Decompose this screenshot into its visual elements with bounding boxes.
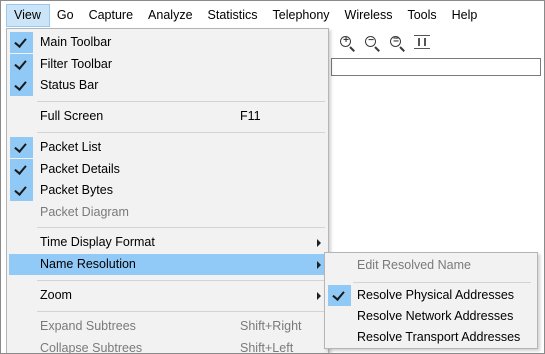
submenu-arrow-icon (317, 261, 321, 269)
checkmark-icon (328, 285, 351, 306)
menu-item-label: Resolve Transport Addresses (357, 330, 521, 344)
menu-item-expand-subtrees: Expand Subtrees Shift+Right (9, 316, 327, 337)
checkmark-icon (10, 75, 33, 96)
zoom-in-icon[interactable]: + (339, 35, 355, 51)
menu-item-label: Filter Toolbar (40, 57, 113, 71)
menu-item-packet-bytes[interactable]: Packet Bytes (9, 180, 327, 201)
menu-item-full-screen[interactable]: Full Screen F11 (9, 106, 327, 127)
menu-item-label: Main Toolbar (40, 35, 112, 49)
menu-item-label: Collapse Subtrees (40, 341, 143, 354)
menu-separator (37, 280, 325, 281)
submenu-item-resolve-network[interactable]: Resolve Network Addresses (327, 306, 535, 327)
menu-bar: View Go Capture Analyze Statistics Telep… (2, 2, 544, 29)
resize-columns-icon[interactable] (414, 35, 430, 51)
submenu-item-resolve-transport[interactable]: Resolve Transport Addresses (327, 327, 535, 348)
main-toolbar: + − = (331, 29, 544, 57)
submenu-item-resolve-physical[interactable]: Resolve Physical Addresses (327, 285, 535, 306)
checkmark-icon (10, 32, 33, 53)
checkmark-icon (10, 159, 33, 180)
shortcut-label: Shift+Right (240, 319, 302, 333)
menu-wireless[interactable]: Wireless (338, 4, 401, 27)
menu-item-label: Packet Details (40, 162, 120, 176)
shortcut-label: Shift+Left (240, 341, 294, 354)
menu-item-label: Zoom (40, 288, 72, 302)
menu-statistics[interactable]: Statistics (201, 4, 266, 27)
menu-item-label: Resolve Network Addresses (357, 309, 514, 323)
menu-item-label: Expand Subtrees (40, 319, 136, 333)
menu-item-label: Resolve Physical Addresses (357, 288, 515, 302)
menu-tools[interactable]: Tools (400, 4, 444, 27)
menu-separator (37, 132, 325, 133)
checkmark-icon (10, 54, 33, 75)
checkbox-icon (328, 327, 351, 348)
submenu-arrow-icon (317, 239, 321, 247)
menu-separator (353, 282, 531, 283)
menu-analyze[interactable]: Analyze (141, 4, 200, 27)
menu-item-collapse-subtrees: Collapse Subtrees Shift+Left (9, 338, 327, 354)
menu-item-label: Time Display Format (40, 235, 155, 249)
normal-size-icon[interactable]: = (389, 35, 405, 51)
menu-item-label: Name Resolution (40, 257, 136, 271)
submenu-arrow-icon (317, 292, 321, 300)
menu-view[interactable]: View (6, 4, 50, 27)
menu-go[interactable]: Go (50, 4, 82, 27)
menu-capture[interactable]: Capture (82, 4, 141, 27)
menu-item-status-bar[interactable]: Status Bar (9, 75, 327, 96)
menu-item-packet-details[interactable]: Packet Details (9, 159, 327, 180)
menu-item-label: Full Screen (40, 109, 104, 123)
menu-item-label: Packet Diagram (40, 205, 129, 219)
menu-separator (37, 227, 325, 228)
menu-item-time-display-format[interactable]: Time Display Format (9, 232, 327, 253)
submenu-item-edit-resolved-name: Edit Resolved Name (327, 255, 535, 276)
menu-item-label: Edit Resolved Name (357, 258, 471, 272)
menu-item-main-toolbar[interactable]: Main Toolbar (9, 32, 327, 53)
name-resolution-submenu: Edit Resolved Name Resolve Physical Addr… (324, 252, 538, 349)
menu-item-zoom[interactable]: Zoom (9, 285, 327, 306)
menu-item-name-resolution[interactable]: Name Resolution (9, 254, 327, 275)
menu-separator (37, 101, 325, 102)
menu-telephony[interactable]: Telephony (266, 4, 338, 27)
view-menu: Main Toolbar Filter Toolbar Status Bar F… (6, 28, 329, 354)
app-window: View Go Capture Analyze Statistics Telep… (0, 0, 545, 354)
checkmark-icon (10, 180, 33, 201)
menu-separator (37, 311, 325, 312)
menu-item-label: Packet Bytes (40, 183, 113, 197)
menu-item-filter-toolbar[interactable]: Filter Toolbar (9, 54, 327, 75)
menu-item-packet-list[interactable]: Packet List (9, 137, 327, 158)
shortcut-label: F11 (240, 109, 261, 123)
menu-help[interactable]: Help (445, 4, 486, 27)
checkbox-icon (328, 306, 351, 327)
display-filter-input[interactable] (331, 58, 541, 76)
menu-item-label: Packet List (40, 140, 102, 154)
menu-item-label: Status Bar (40, 78, 99, 92)
checkmark-icon (10, 137, 33, 158)
menu-item-packet-diagram: Packet Diagram (9, 202, 327, 223)
zoom-out-icon[interactable]: − (364, 35, 380, 51)
